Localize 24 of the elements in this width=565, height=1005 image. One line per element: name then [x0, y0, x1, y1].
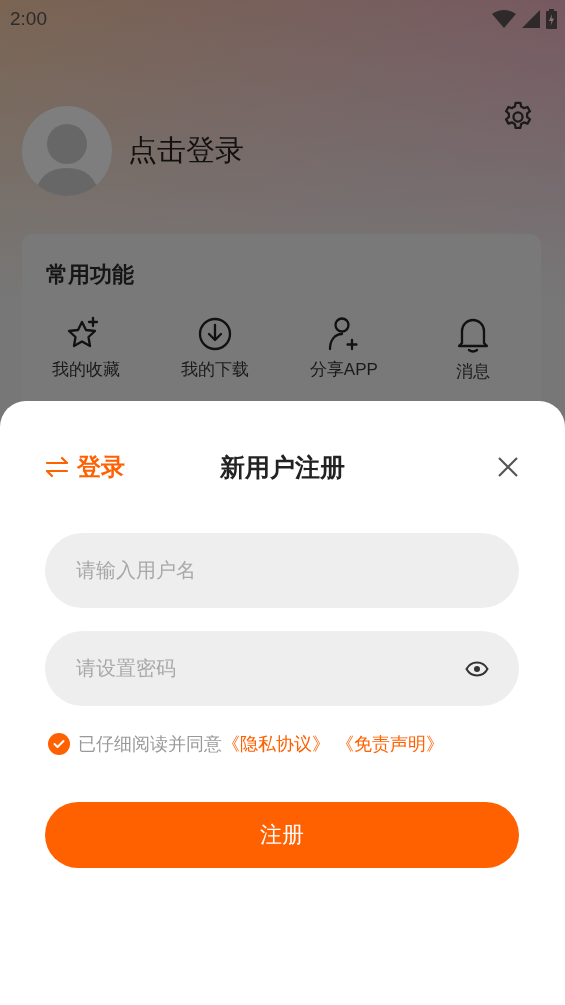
- swap-icon: [45, 456, 69, 478]
- switch-login-button[interactable]: 登录: [45, 451, 155, 483]
- login-prompt[interactable]: 点击登录: [128, 131, 244, 171]
- agreement-link[interactable]: 《免责声明》: [336, 734, 444, 754]
- battery-icon: [546, 9, 557, 29]
- agreement-text: 已仔细阅读并同意《隐私协议》 《免责声明》: [78, 733, 444, 756]
- wifi-icon: [492, 10, 516, 28]
- function-label[interactable]: 我的收藏: [52, 358, 121, 381]
- agreement-link[interactable]: 《隐私协议》: [222, 734, 330, 754]
- sheet-title: 新用户注册: [219, 451, 345, 483]
- agreement-checkbox[interactable]: [48, 733, 70, 755]
- close-icon[interactable]: [497, 456, 519, 478]
- function-label[interactable]: 我的下载: [181, 358, 250, 381]
- download-icon: [197, 316, 234, 352]
- check-icon: [53, 739, 65, 749]
- username-field[interactable]: 请输入用户名: [45, 533, 519, 608]
- password-field[interactable]: 请设置密码: [45, 631, 519, 706]
- status-time: 2:00: [10, 8, 47, 30]
- signal-icon: [522, 10, 540, 28]
- register-button[interactable]: 注册: [45, 802, 519, 868]
- function-label[interactable]: 分享APP: [309, 358, 378, 381]
- function-label[interactable]: 消息: [455, 360, 490, 383]
- eye-icon[interactable]: [465, 661, 489, 677]
- section-title: 常用功能: [46, 261, 135, 289]
